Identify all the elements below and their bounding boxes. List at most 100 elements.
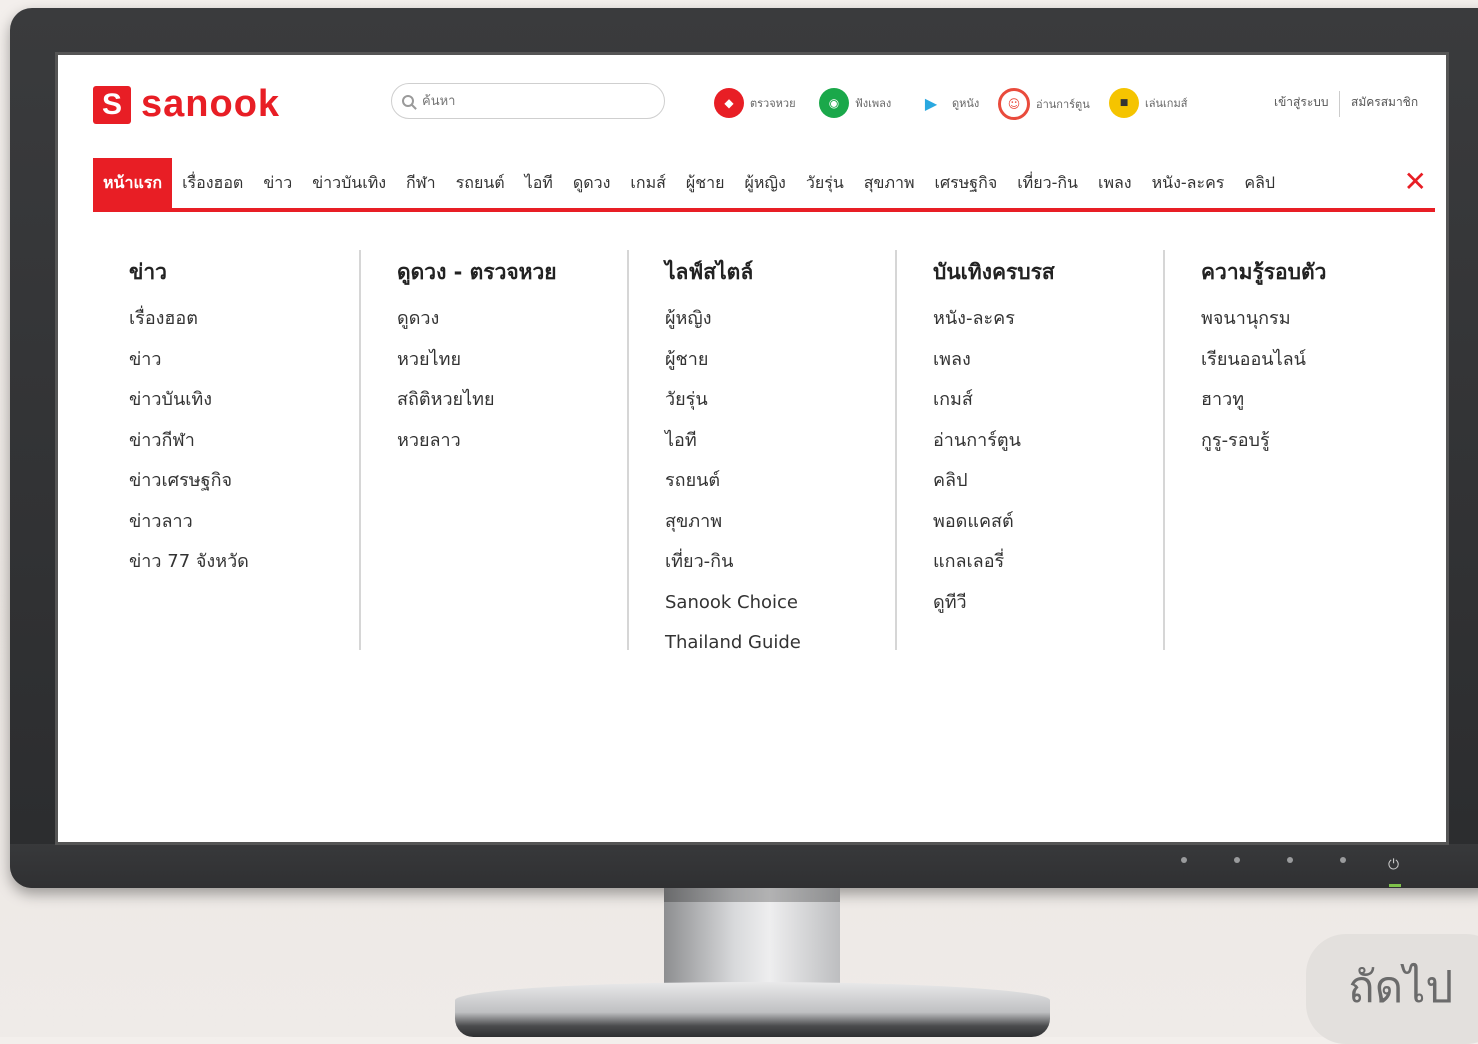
menu-link[interactable]: แกลเลอรี่ <box>933 542 1163 583</box>
monitor-button-dot[interactable] <box>1287 857 1293 863</box>
monitor-frame: S sanook ◆ ตรวจหวย ◉ ฟังเพลง ▶ ดูหนัง ☺ … <box>10 8 1478 888</box>
nav-items: หน้าแรก เรื่องฮอต ข่าว ข่าวบันเทิง กีฬา รถยนต… <box>93 158 1435 208</box>
lottery-icon: ◆ <box>714 88 744 118</box>
cartoon-icon: ☺ <box>998 88 1030 120</box>
menu-link[interactable]: เรื่องฮอต <box>129 299 359 340</box>
logo-text: sanook <box>141 83 281 125</box>
menu-column: ความรู้รอบตัวพจนานุกรม เรียนออนไลน์ ฮาวทูก… <box>1165 250 1433 650</box>
search-input[interactable] <box>420 92 644 110</box>
menu-link[interactable]: เที่ยว-กิน <box>665 542 895 583</box>
monitor-button-dot[interactable] <box>1181 857 1187 863</box>
menu-link[interactable]: ข่าวลาว <box>129 502 359 543</box>
menu-link[interactable]: ฮาวทู <box>1201 380 1433 421</box>
nav-item[interactable]: ผู้หญิง <box>734 158 795 208</box>
menu-column-title[interactable]: บันเทิงครบรส <box>933 256 1163 289</box>
menu-link[interactable]: กูรู-รอบรู้ <box>1201 421 1433 462</box>
menu-link[interactable]: เพลง <box>933 340 1163 381</box>
menu-column-title[interactable]: ความรู้รอบตัว <box>1201 256 1433 289</box>
close-menu-icon[interactable]: ✕ <box>1404 168 1427 196</box>
menu-link[interactable]: พอดแคสต์ <box>933 502 1163 543</box>
menu-link[interactable]: ผู้หญิง <box>665 299 895 340</box>
nav-item[interactable]: เพลง <box>1088 158 1142 208</box>
menu-link[interactable]: ดูดวง <box>397 299 627 340</box>
quick-link-label: ดูหนัง <box>952 97 980 110</box>
nav-item[interactable]: หนัง-ละคร <box>1142 158 1235 208</box>
nav-item[interactable]: เศรษฐกิจ <box>925 158 1008 208</box>
mega-menu: ข่าว เรื่องฮอต ข่าว ข่าวบันเทิง ข่าวกีฬา ข่าว… <box>93 250 1435 653</box>
nav-item[interactable]: กีฬา <box>396 158 446 208</box>
browser-screen: S sanook ◆ ตรวจหวย ◉ ฟังเพลง ▶ ดูหนัง ☺ … <box>55 52 1449 845</box>
stand-shadow <box>664 888 840 902</box>
monitor-button-dot[interactable] <box>1234 857 1240 863</box>
menu-link[interactable]: พจนานุกรม <box>1201 299 1433 340</box>
nav-item[interactable]: เกมส์ <box>620 158 675 208</box>
nav-item[interactable]: หน้าแรก <box>93 158 173 208</box>
search-icon <box>402 95 414 107</box>
login-link[interactable]: เข้าสู่ระบบ <box>1274 93 1329 112</box>
menu-link[interactable]: อ่านการ์ตูน <box>933 421 1163 462</box>
menu-link[interactable]: เรียนออนไลน์ <box>1201 340 1433 381</box>
quick-link-label: อ่านการ์ตูน <box>1036 98 1090 111</box>
menu-link[interactable]: หนัง-ละคร <box>933 299 1163 340</box>
quick-link-label: ฟังเพลง <box>855 97 892 110</box>
nav-item[interactable]: ข่าว <box>253 158 302 208</box>
menu-link[interactable]: ดูทีวี <box>933 583 1163 624</box>
nav-item[interactable]: ผู้ชาย <box>676 158 735 208</box>
play-icon: ▶ <box>924 93 938 113</box>
nav-item[interactable]: รถยนต์ <box>446 158 515 208</box>
menu-link[interactable]: ข่าวบันเทิง <box>129 380 359 421</box>
quick-link-cartoon[interactable]: ☺ อ่านการ์ตูน <box>998 88 1090 120</box>
quick-link-label: เล่นเกมส์ <box>1145 97 1188 110</box>
register-link[interactable]: สมัครสมาชิก <box>1351 93 1418 112</box>
menu-column: ข่าว เรื่องฮอต ข่าว ข่าวบันเทิง ข่าวกีฬา ข่าว… <box>93 250 361 650</box>
nav-item[interactable]: คลิป <box>1234 158 1285 208</box>
menu-link[interactable]: หวยลาว <box>397 421 627 462</box>
menu-column-title[interactable]: ข่าว <box>129 256 359 289</box>
quick-link-game[interactable]: ■ เล่นเกมส์ <box>1109 88 1187 118</box>
menu-link[interactable]: Sanook Choice <box>665 583 895 624</box>
power-icon[interactable]: ⏻ <box>1388 858 1399 872</box>
menu-column: ดูดวง - ตรวจหวยดูดวง หวยไทย สถิติหวยไทย หวย… <box>361 250 629 650</box>
menu-link[interactable]: Thailand Guide <box>665 623 895 664</box>
account-divider <box>1339 91 1340 117</box>
menu-link[interactable]: สถิติหวยไทย <box>397 380 627 421</box>
logo-mark: S <box>93 85 131 124</box>
menu-link[interactable]: หวยไทย <box>397 340 627 381</box>
music-icon: ◉ <box>819 88 849 118</box>
power-led <box>1389 884 1401 887</box>
monitor-stand-neck <box>664 888 840 986</box>
search-box[interactable] <box>391 83 665 119</box>
quick-link-music[interactable]: ◉ ฟังเพลง <box>819 88 891 118</box>
nav-item[interactable]: วัยรุ่น <box>796 158 854 208</box>
nav-item[interactable]: เรื่องฮอต <box>172 158 253 208</box>
quick-link-movie[interactable]: ▶ ดูหนัง <box>916 88 979 118</box>
menu-link[interactable]: ผู้ชาย <box>665 340 895 381</box>
menu-column-title[interactable]: ไลฟ์สไตล์ <box>665 256 895 289</box>
menu-link[interactable]: ไอที <box>665 421 895 462</box>
menu-column: บันเทิงครบรสหนัง-ละคร เพลง เกมส์ อ่านการ์ตู… <box>897 250 1165 650</box>
nav-item[interactable]: ข่าวบันเทิง <box>302 158 396 208</box>
game-icon: ■ <box>1109 88 1139 118</box>
nav-item[interactable]: ดูดวง <box>563 158 621 208</box>
menu-link[interactable]: คลิป <box>933 461 1163 502</box>
menu-link[interactable]: ข่าวเศรษฐกิจ <box>129 461 359 502</box>
menu-link[interactable]: รถยนต์ <box>665 461 895 502</box>
menu-link[interactable]: ข่าวกีฬา <box>129 421 359 462</box>
menu-link[interactable]: ข่าว <box>129 340 359 381</box>
main-nav: หน้าแรก เรื่องฮอต ข่าว ข่าวบันเทิง กีฬา รถยนต… <box>93 158 1435 212</box>
monitor-button-dot[interactable] <box>1340 857 1346 863</box>
menu-link[interactable]: ข่าว 77 จังหวัด <box>129 542 359 583</box>
menu-column-title[interactable]: ดูดวง - ตรวจหวย <box>397 256 627 289</box>
menu-link[interactable]: สุขภาพ <box>665 502 895 543</box>
nav-item[interactable]: ไอที <box>515 158 563 208</box>
quick-link-lottery[interactable]: ◆ ตรวจหวย <box>714 88 796 118</box>
sanook-logo[interactable]: S sanook <box>93 83 280 126</box>
menu-link[interactable]: วัยรุ่น <box>665 380 895 421</box>
monitor-bezel <box>10 844 1478 888</box>
nav-item[interactable]: เที่ยว-กิน <box>1007 158 1088 208</box>
nav-item[interactable]: สุขภาพ <box>854 158 925 208</box>
menu-column: ไลฟ์สไตล์ผู้หญิง ผู้ชาย วัยรุ่น ไอที รถยนต์ส… <box>629 250 897 653</box>
menu-link[interactable]: เกมส์ <box>933 380 1163 421</box>
monitor-stand-base <box>455 982 1050 1037</box>
next-button[interactable]: ถัดไป <box>1306 934 1478 1044</box>
